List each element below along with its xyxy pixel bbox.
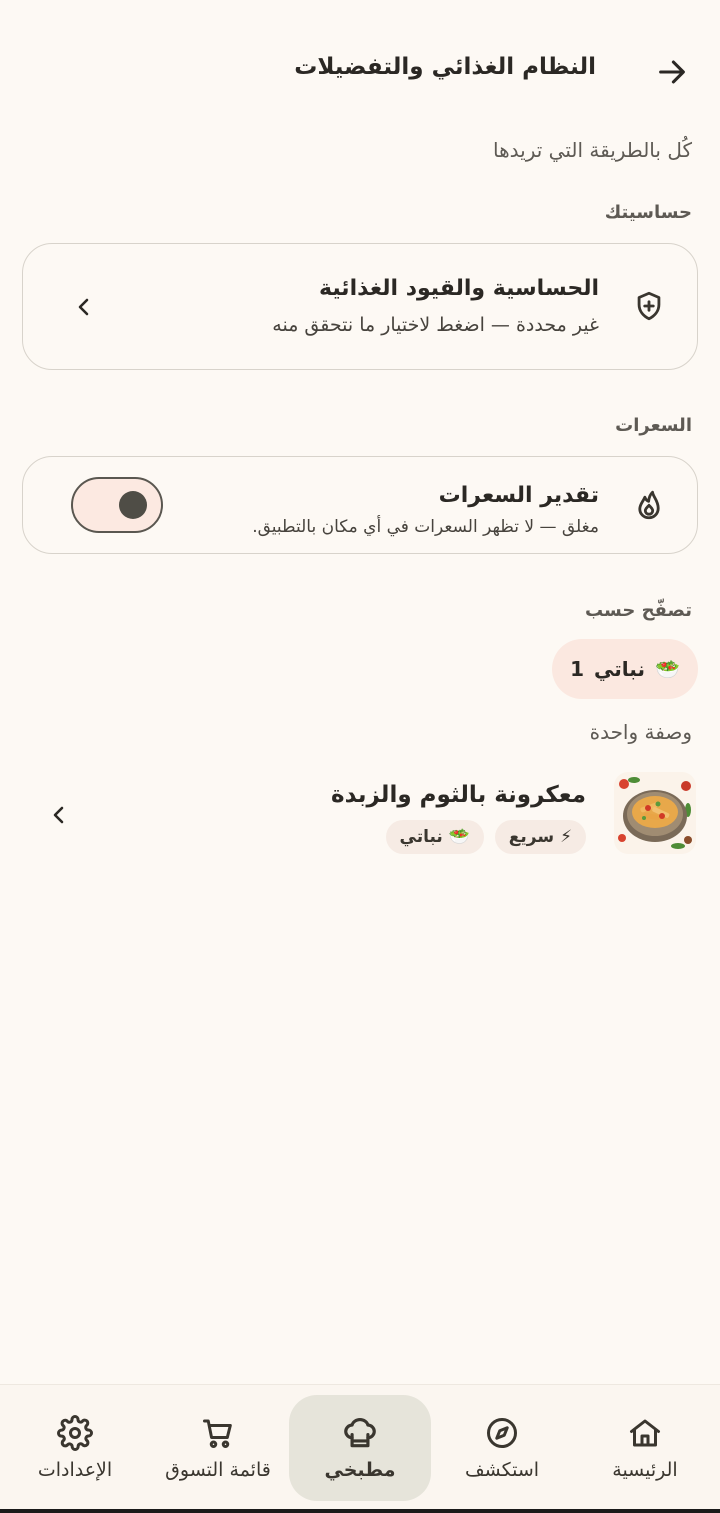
salad-icon: 🥗 bbox=[654, 657, 680, 681]
chip-label: نباتي bbox=[594, 657, 645, 681]
flame-icon bbox=[631, 487, 667, 523]
calories-section-label: السعرات bbox=[615, 415, 692, 436]
nav-label: الرئيسية bbox=[612, 1459, 678, 1481]
home-icon bbox=[625, 1413, 665, 1453]
app-root: النظام الغذائي والتفضيلات كُل بالطريقة ا… bbox=[0, 0, 720, 1513]
header: النظام الغذائي والتفضيلات bbox=[0, 40, 720, 102]
page-subtitle: كُل بالطريقة التي تريدها bbox=[492, 138, 692, 162]
recipe-row[interactable]: معكرونة بالثوم والزبدة ⚡ سريع 🥗 نباتي bbox=[0, 768, 720, 862]
recipe-tag-label: سريع bbox=[508, 827, 555, 847]
allergies-section-label: حساسيتك bbox=[604, 202, 692, 223]
nav-label: الإعدادات bbox=[37, 1459, 113, 1481]
nav-item-settings[interactable]: الإعدادات bbox=[4, 1395, 146, 1501]
allergies-card-description: غير محددة — اضغط لاختيار ما نتحقق منه bbox=[272, 314, 599, 336]
chevron-left-icon bbox=[44, 800, 74, 830]
recipe-tag-vegetarian: 🥗 نباتي bbox=[385, 820, 484, 854]
gear-icon bbox=[55, 1413, 95, 1453]
toggle-knob bbox=[119, 491, 147, 519]
filter-chip-vegetarian[interactable]: 🥗 نباتي 1 bbox=[552, 639, 698, 699]
nav-item-shopping-list[interactable]: قائمة التسوق bbox=[147, 1395, 289, 1501]
allergies-card-title: الحساسية والقيود الغذائية bbox=[318, 276, 599, 301]
page-title: النظام الغذائي والتفضيلات bbox=[294, 54, 596, 80]
nav-item-my-kitchen[interactable]: مطبخي bbox=[289, 1395, 431, 1501]
back-button[interactable] bbox=[652, 52, 692, 92]
nav-item-explore[interactable]: استكشف bbox=[431, 1395, 573, 1501]
chip-count: 1 bbox=[570, 657, 585, 681]
salad-icon: 🥗 bbox=[448, 827, 470, 847]
calories-toggle[interactable] bbox=[71, 477, 163, 533]
recipe-title: معكرونة بالثوم والزبدة bbox=[331, 782, 586, 808]
recipe-tag-quick: ⚡ سريع bbox=[494, 820, 586, 854]
nav-item-home[interactable]: الرئيسية bbox=[574, 1395, 716, 1501]
bottom-navigation: الرئيسية استكشف مطبخي قائمة التسوق الإعد… bbox=[0, 1384, 720, 1513]
chevron-left-icon bbox=[69, 292, 99, 322]
recipe-tag-label: نباتي bbox=[399, 827, 443, 847]
browse-section-label: تصفّح حسب bbox=[584, 600, 692, 621]
nav-label: مطبخي bbox=[324, 1459, 396, 1481]
cart-icon bbox=[198, 1413, 238, 1453]
lightning-icon: ⚡ bbox=[560, 827, 572, 847]
nav-label: استكشف bbox=[464, 1459, 540, 1481]
compass-icon bbox=[482, 1413, 522, 1453]
nav-label: قائمة التسوق bbox=[165, 1459, 271, 1481]
recipe-thumbnail bbox=[614, 772, 696, 854]
chef-hat-icon bbox=[340, 1413, 380, 1453]
arrow-right-icon bbox=[659, 60, 685, 84]
calories-card-description: مغلق — لا تظهر السعرات في أي مكان بالتطب… bbox=[252, 517, 599, 537]
recipe-count: وصفة واحدة bbox=[589, 720, 692, 744]
calories-card-title: تقدير السعرات bbox=[438, 483, 599, 508]
screen-bottom-edge bbox=[0, 1509, 720, 1513]
calories-card: تقدير السعرات مغلق — لا تظهر السعرات في … bbox=[22, 456, 698, 554]
shield-plus-icon bbox=[631, 288, 667, 324]
allergies-card[interactable]: الحساسية والقيود الغذائية غير محددة — اض… bbox=[22, 243, 698, 370]
